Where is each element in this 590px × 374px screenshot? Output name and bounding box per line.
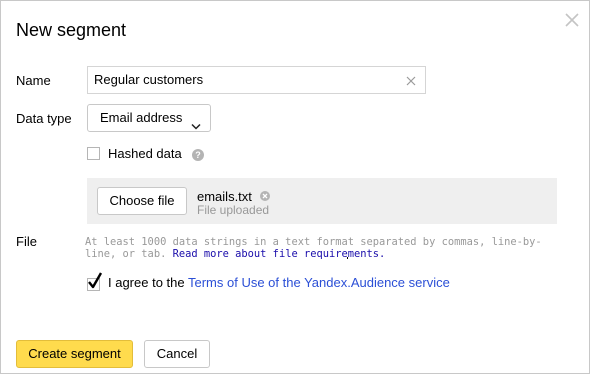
agree-prefix: I agree to the — [108, 275, 188, 290]
checkmark-icon — [88, 272, 103, 289]
clear-input-icon[interactable] — [405, 74, 417, 86]
dialog-title: New segment — [16, 20, 127, 40]
help-icon[interactable]: ? — [192, 149, 204, 161]
file-requirements-hint: At least 1000 data strings in a text for… — [85, 236, 555, 260]
data-type-select[interactable]: Email address — [87, 104, 211, 132]
file-name: emails.txt — [197, 189, 252, 204]
file-status: File uploaded — [197, 203, 270, 217]
terms-of-use-link[interactable]: Terms of Use of the Yandex.Audience serv… — [188, 275, 450, 290]
name-input[interactable]: Regular customers — [87, 66, 426, 94]
name-label: Name — [16, 73, 51, 88]
new-segment-dialog: New segment Name Regular customers Data … — [0, 0, 590, 374]
stray-dot — [347, 257, 348, 259]
data-type-value: Email address — [100, 110, 183, 125]
file-label: File — [16, 234, 37, 249]
cancel-button[interactable]: Cancel — [144, 340, 210, 368]
choose-file-button[interactable]: Choose file — [97, 187, 187, 215]
create-segment-button[interactable]: Create segment — [16, 340, 133, 368]
data-type-label: Data type — [16, 111, 72, 126]
hashed-data-checkbox[interactable] — [87, 147, 100, 160]
close-icon[interactable] — [562, 10, 582, 30]
agree-checkbox[interactable] — [87, 272, 103, 291]
file-requirements-link[interactable]: Read more about file requirements. — [173, 248, 386, 260]
hashed-data-label: Hashed data — [108, 146, 182, 161]
agree-text: I agree to the Terms of Use of the Yande… — [108, 275, 450, 290]
chevron-down-icon — [191, 114, 201, 130]
remove-file-icon[interactable] — [260, 191, 270, 201]
